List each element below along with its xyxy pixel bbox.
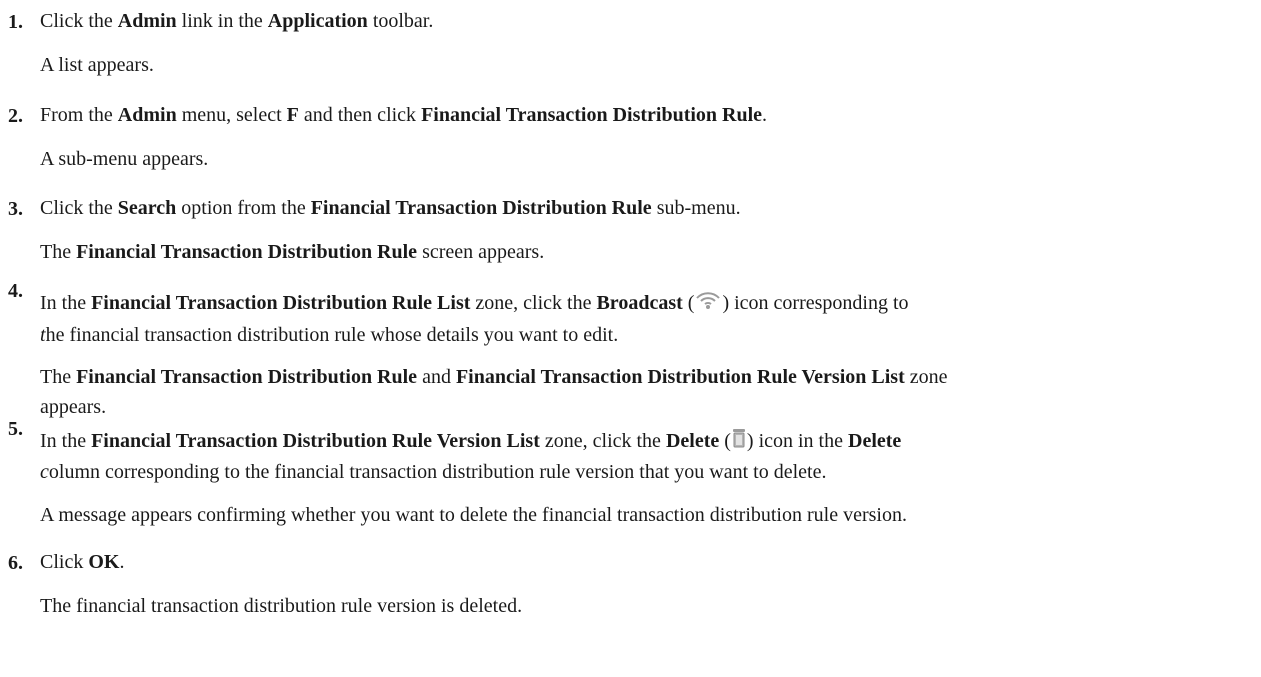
delete-icon xyxy=(732,427,746,457)
step-number: 1. xyxy=(8,11,23,33)
step-number: 6. xyxy=(8,552,23,574)
broadcast-icon xyxy=(695,289,721,320)
step-result: A message appears confirming whether you… xyxy=(40,504,907,526)
step-instruction: Click OK. xyxy=(40,551,125,573)
step-instruction: In the Financial Transaction Distributio… xyxy=(40,288,1250,350)
step-instruction: In the Financial Transaction Distributio… xyxy=(40,426,1250,487)
step-instruction: Click the Search option from the Financi… xyxy=(40,197,741,219)
step-number: 3. xyxy=(8,198,23,220)
step-number: 5. xyxy=(8,418,23,440)
step-number: 4. xyxy=(8,280,23,302)
step-result: A sub-menu appears. xyxy=(40,148,209,170)
step-result: The financial transaction distribution r… xyxy=(40,595,523,617)
step-result: A list appears. xyxy=(40,54,154,76)
step-instruction: From the Admin menu, select F and then c… xyxy=(40,104,768,126)
step-result: The Financial Transaction Distribution R… xyxy=(40,241,545,263)
step-result: The Financial Transaction Distribution R… xyxy=(40,366,948,418)
step-instruction: Click the Admin link in the Application … xyxy=(40,10,434,32)
step-number: 2. xyxy=(8,105,23,127)
